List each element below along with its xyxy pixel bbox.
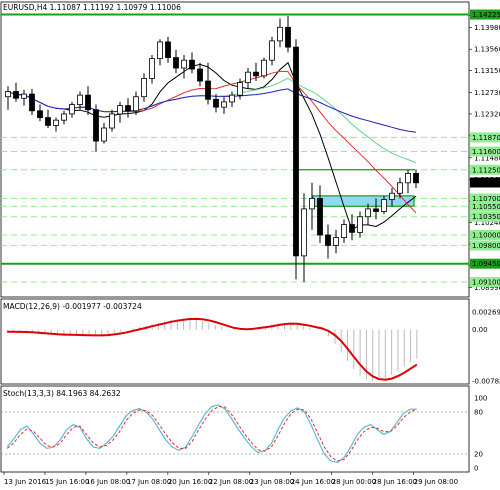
macd-axis: 0.002695 0.00 -0.00782 [472, 309, 500, 386]
time-tick-label: 15 Jun 16:00 [45, 478, 89, 486]
stoch-title: Stoch(13,3,3) 84.1963 84.2632 [3, 389, 121, 398]
time-tick-label: 24 Jun 16:00 [291, 478, 335, 486]
time-tick-label: 13 Jun 2016 [4, 478, 47, 486]
candle-body [213, 98, 219, 108]
price-axis: 1.142101.139801.135601.131501.127301.123… [469, 9, 500, 292]
candle-body [253, 71, 259, 77]
stoch-tick-label: 80 [474, 409, 483, 417]
candle-body [37, 110, 43, 118]
candle-body [229, 94, 235, 103]
time-tick-label: 22 Jun 08:00 [209, 478, 253, 486]
price-label: 1.11006 [472, 179, 500, 187]
time-tick-label: 17 Jun 08:00 [127, 478, 171, 486]
candle-body [357, 216, 363, 233]
price-label: 1.09100 [472, 278, 500, 286]
candle-body [29, 93, 35, 112]
macd-pane[interactable] [0, 298, 470, 385]
stoch-tick-label: 100 [474, 395, 487, 403]
price-pane[interactable] [0, 1, 470, 298]
time-tick-label: 23 Jun 08:00 [250, 478, 294, 486]
candle-body [405, 173, 411, 184]
candle-body [317, 198, 323, 236]
price-label: 1.14225 [472, 11, 500, 19]
candle-body [13, 91, 19, 99]
candle-body [165, 41, 171, 58]
candle-body [221, 101, 227, 108]
candle-body [149, 58, 155, 79]
candle-body [333, 237, 339, 246]
candle-body [237, 82, 243, 96]
candle-body [181, 59, 187, 69]
candle-body [197, 68, 203, 82]
candle-body [413, 173, 419, 184]
price-label: 1.10550 [472, 203, 500, 211]
price-tick-label: 1.12730 [474, 89, 500, 97]
buy-zone-box [312, 195, 415, 207]
price-tick-label: 1.13150 [474, 67, 500, 75]
macd-tick-label: 0.00 [472, 326, 488, 334]
macd-tick-label: -0.00782 [472, 378, 500, 386]
candle-body [189, 59, 195, 70]
price-tick-label: 1.13980 [474, 24, 500, 32]
candle-body [349, 224, 355, 233]
price-label: 1.09800 [472, 242, 500, 250]
price-label: 1.10350 [472, 213, 500, 221]
candle-body [173, 57, 179, 69]
price-tick-label: 1.13560 [474, 46, 500, 54]
chart-canvas[interactable]: 1.142101.139801.135601.131501.127301.123… [0, 0, 500, 490]
price-label: 1.09450 [472, 260, 500, 268]
stoch-tick-label: 20 [474, 451, 483, 459]
candle-body [365, 208, 371, 218]
price-label: 1.10000 [472, 231, 500, 239]
main-chart-title: EURUSD,H4 1.11087 1.11192 1.10979 1.1100… [3, 3, 181, 12]
candle-body [101, 127, 107, 142]
candle-body [381, 199, 387, 212]
candle-body [109, 113, 115, 129]
candle-body [285, 26, 291, 48]
price-tick-label: 1.12320 [474, 110, 500, 118]
candle-body [141, 78, 147, 98]
candle-body [261, 59, 267, 77]
price-label: 1.11870 [472, 134, 500, 142]
candle-body [389, 192, 395, 200]
time-tick-label: 20 Jun 16:00 [168, 478, 212, 486]
candle-body [157, 41, 163, 60]
candle-body [293, 46, 299, 257]
macd-tick-label: 0.002695 [472, 309, 500, 317]
candle-body [93, 109, 99, 142]
candle-body [301, 208, 307, 257]
time-tick-label: 29 Jun 08:00 [414, 478, 458, 486]
candle-body [277, 26, 283, 42]
candle-body [397, 182, 403, 194]
candle-body [245, 71, 251, 84]
candle-body [117, 105, 123, 115]
time-tick-label: 16 Jun 08:00 [86, 478, 130, 486]
candle-body [341, 224, 347, 239]
macd-title: MACD(12,26,9) -0.001977 -0.003724 [3, 302, 142, 311]
time-tick-label: 28 Jun 00:00 [332, 478, 376, 486]
candle-body [133, 96, 139, 112]
candle-body [21, 93, 27, 99]
candle-body [69, 104, 75, 115]
candle-body [77, 94, 83, 105]
time-tick-label: 28 Jun 16:00 [373, 478, 417, 486]
candle-body [269, 40, 275, 61]
stoch-axis: 100 80 20 0 [474, 395, 487, 473]
candle-body [85, 94, 91, 111]
candle-body [53, 119, 59, 126]
candle-body [309, 198, 315, 210]
candle-body [61, 113, 67, 121]
candle-body [205, 80, 211, 100]
candle-body [5, 91, 11, 98]
candle-body [125, 105, 131, 112]
price-label: 1.11600 [472, 148, 500, 156]
candle-body [45, 117, 51, 126]
price-label: 1.11250 [472, 166, 500, 174]
stoch-tick-label: 0 [474, 465, 478, 473]
candle-body [325, 234, 331, 246]
time-axis: 13 Jun 201615 Jun 16:0016 Jun 08:0017 Ju… [3, 472, 458, 486]
candle-body [373, 208, 379, 212]
